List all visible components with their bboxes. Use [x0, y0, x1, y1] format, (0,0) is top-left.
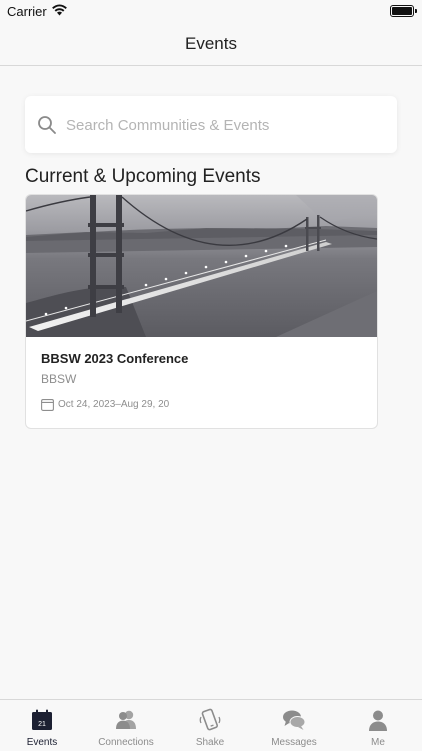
section-title: Current & Upcoming Events [25, 166, 261, 187]
person-icon [369, 710, 387, 731]
tab-label: Connections [98, 737, 154, 748]
tab-events[interactable]: 21 Events [0, 700, 84, 751]
wifi-icon [52, 4, 67, 16]
navigation-bar: Events [0, 22, 422, 66]
calendar-icon [41, 399, 54, 411]
tab-label: Events [26, 737, 58, 748]
carrier-label: Carrier [7, 4, 47, 19]
shake-phone-icon [199, 708, 221, 731]
tab-label: Messages [271, 737, 317, 748]
event-card[interactable]: BBSW 2023 Conference BBSW Oct 24, 2023–A… [25, 194, 378, 429]
search-bar[interactable] [25, 96, 397, 153]
tab-shake[interactable]: Shake [168, 700, 252, 751]
event-title: BBSW 2023 Conference [41, 351, 189, 366]
search-input[interactable] [66, 113, 386, 137]
battery-icon [390, 5, 417, 17]
event-date-range: Oct 24, 2023–Aug 29, 20 [58, 399, 170, 410]
tab-me[interactable]: Me [336, 700, 420, 751]
tab-label: Me [371, 737, 385, 748]
messages-icon [283, 710, 306, 730]
tab-connections[interactable]: Connections [84, 700, 168, 751]
page-title: Events [185, 34, 237, 53]
tab-bar: 21 Events Connections Shake Messages Me [0, 699, 422, 751]
connections-icon [116, 710, 136, 729]
tab-messages[interactable]: Messages [252, 700, 336, 751]
calendar-day-number: 21 [38, 721, 46, 728]
event-organizer: BBSW [41, 372, 77, 386]
event-cover-image [26, 195, 377, 337]
tab-label: Shake [195, 737, 225, 748]
status-bar: Carrier [0, 0, 422, 22]
calendar-icon: 21 [32, 709, 52, 730]
search-icon [38, 116, 56, 134]
